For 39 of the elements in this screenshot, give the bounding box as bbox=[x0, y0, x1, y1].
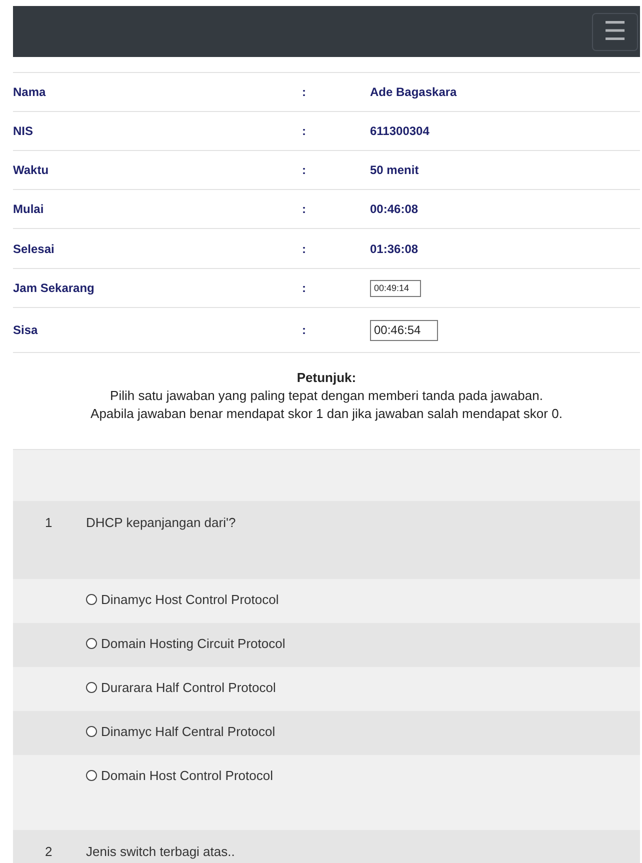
field-label: NIS bbox=[13, 124, 34, 138]
instructions-title: Petunjuk: bbox=[296, 369, 356, 387]
instruction-text: Apabila jawaban benar mendapat skor 1 dan jika jawaban salah mendapat skor 0. bbox=[90, 405, 562, 423]
colon: : bbox=[302, 163, 307, 177]
field-value: 01:36:08 bbox=[370, 242, 420, 256]
option-label[interactable]: Dinamyc Half Central Protocol bbox=[101, 724, 276, 739]
time-field[interactable]: 00:49:14 bbox=[370, 280, 421, 296]
option-label[interactable]: Domain Host Control Protocol bbox=[101, 768, 273, 783]
radio-button[interactable] bbox=[86, 594, 97, 605]
radio-button[interactable] bbox=[86, 726, 97, 737]
field-label: Sisa bbox=[13, 323, 39, 337]
radio-button[interactable] bbox=[86, 682, 97, 693]
option-label[interactable]: Dinamyc Host Control Protocol bbox=[101, 592, 279, 607]
colon: : bbox=[302, 242, 307, 256]
colon: : bbox=[302, 85, 307, 99]
field-label: Selesai bbox=[13, 242, 56, 256]
question-text: DHCP kepanjangan dari'? bbox=[86, 515, 236, 532]
colon: : bbox=[302, 124, 307, 138]
time-field[interactable]: 00:46:54 bbox=[370, 320, 438, 340]
field-value: 50 menit bbox=[370, 163, 420, 177]
radio-button[interactable] bbox=[86, 638, 97, 649]
field-label: Waktu bbox=[13, 163, 50, 177]
radio-button[interactable] bbox=[86, 770, 97, 781]
colon: : bbox=[302, 202, 307, 216]
field-label: Nama bbox=[13, 85, 47, 99]
colon: : bbox=[302, 323, 307, 337]
field-label: Jam Sekarang bbox=[13, 281, 96, 295]
field-label: Mulai bbox=[13, 202, 45, 216]
option-label[interactable]: Durarara Half Control Protocol bbox=[101, 680, 276, 695]
field-value: 00:46:08 bbox=[370, 202, 420, 216]
colon: : bbox=[302, 281, 307, 295]
question-text: Jenis switch terbagi atas.. bbox=[86, 844, 235, 861]
menu-button[interactable]: ☰ bbox=[592, 12, 638, 50]
field-value: 611300304 bbox=[370, 124, 430, 138]
option-label[interactable]: Domain Hosting Circuit Protocol bbox=[101, 636, 286, 651]
question-number: 1 bbox=[44, 515, 54, 532]
question-number: 2 bbox=[44, 844, 54, 861]
field-value: Ade Bagaskara bbox=[370, 85, 458, 99]
instruction-text: Pilih satu jawaban yang paling tepat dengan memberi tanda pada jawaban. bbox=[110, 387, 543, 405]
